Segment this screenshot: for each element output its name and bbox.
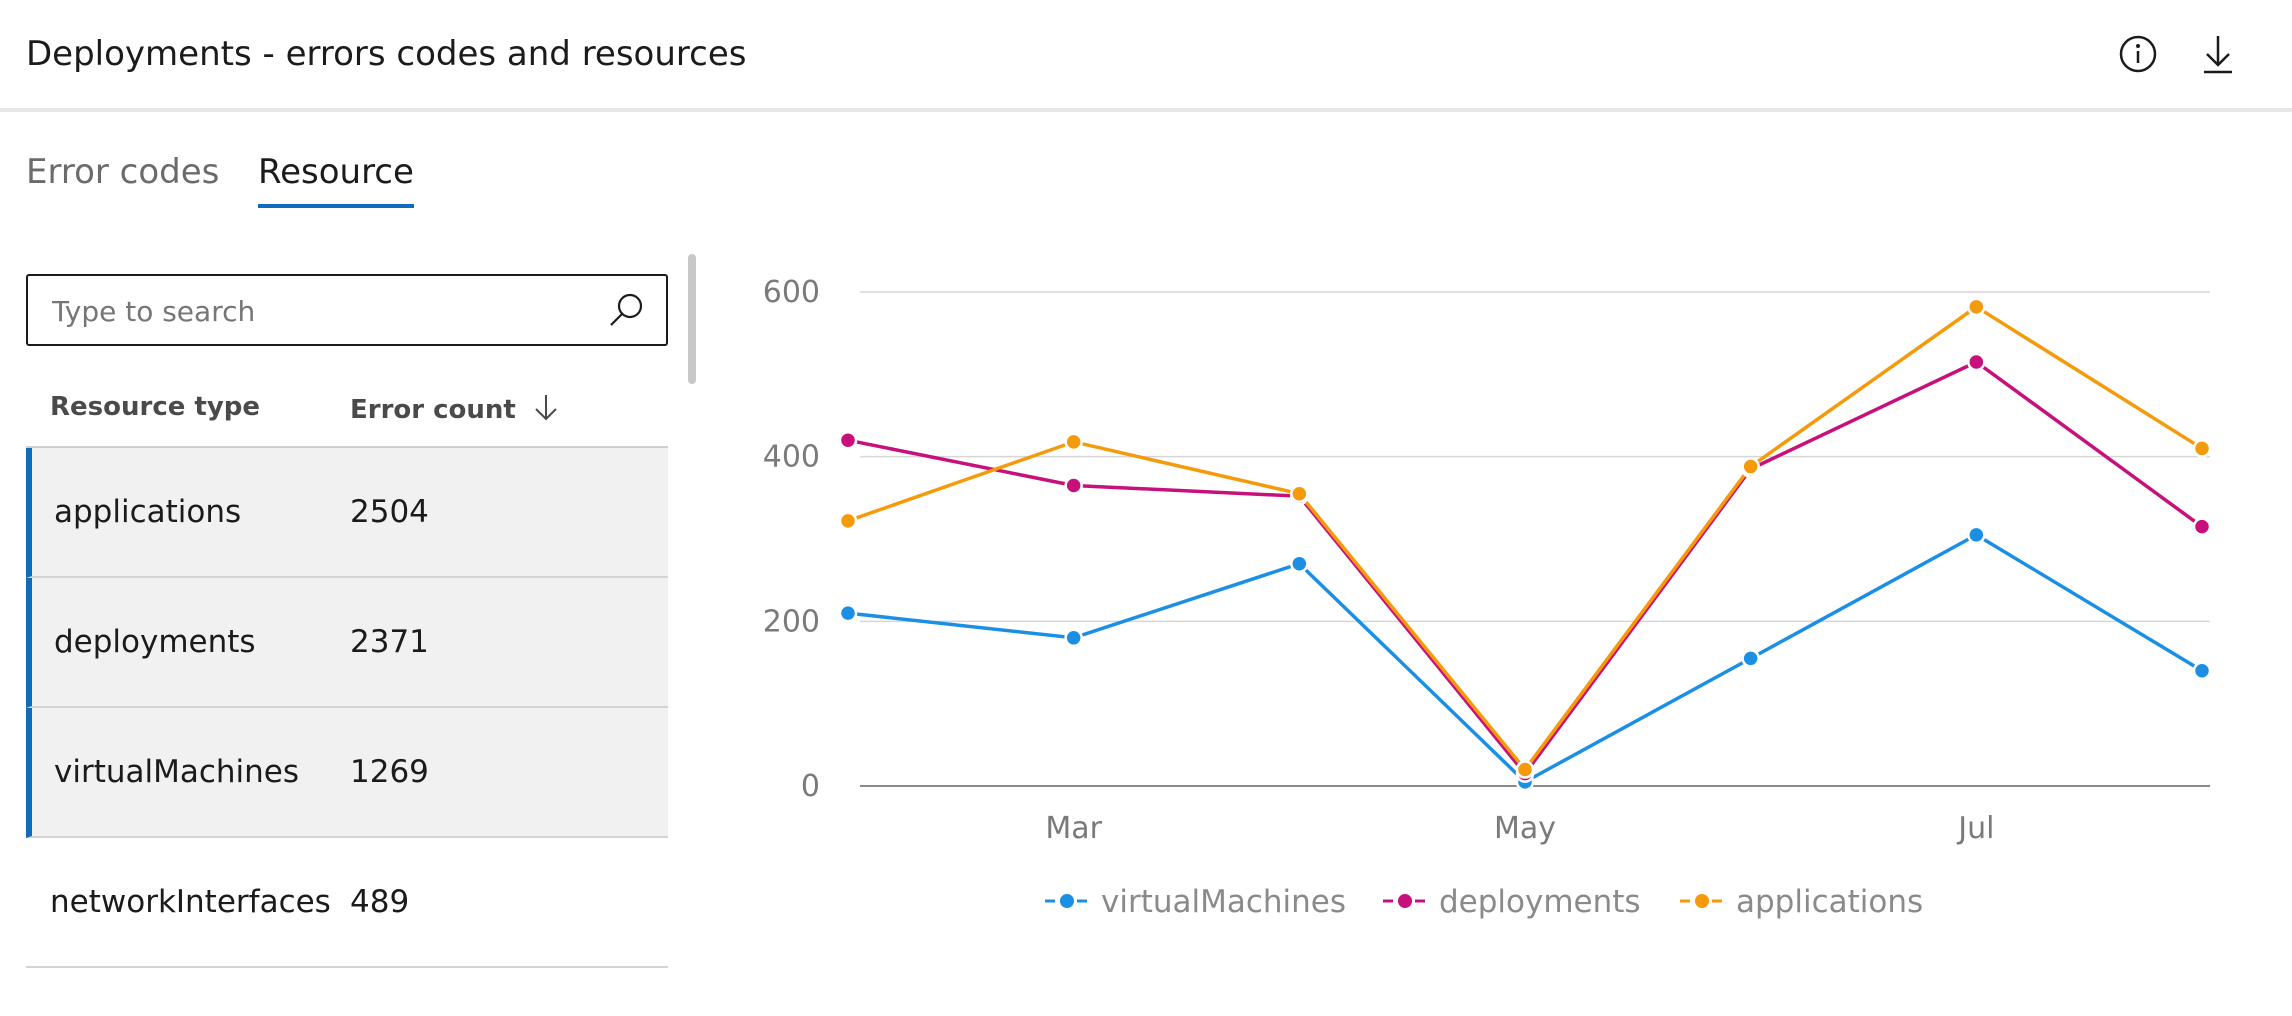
x-tick-label: May [1494, 811, 1556, 846]
data-point-virtualMachines [1741, 649, 1760, 668]
data-point-virtualMachines [2192, 661, 2212, 680]
y-tick-label: 400 [763, 440, 820, 475]
error-count-cell: 2504 [350, 494, 429, 530]
search-icon[interactable] [606, 290, 646, 330]
page-title: Deployments - errors codes and resources [26, 34, 747, 74]
resource-type-cell: networkInterfaces [50, 884, 331, 920]
data-point-applications [1515, 760, 1535, 779]
data-point-virtualMachines [1290, 554, 1309, 573]
data-point-applications [838, 511, 858, 531]
x-tick-label: Jul [1956, 811, 1994, 846]
resource-type-cell: virtualMachines [54, 754, 300, 790]
y-tick-label: 600 [763, 275, 820, 310]
data-point-applications [1290, 484, 1309, 503]
series-line-deployments [847, 360, 2204, 776]
download-icon[interactable] [2192, 28, 2244, 80]
column-header-error-count[interactable]: Error count [350, 392, 561, 425]
header-bar: Deployments - errors codes and resources [0, 0, 2292, 112]
series-line-virtualMachines [847, 533, 2203, 784]
data-point-applications [1064, 432, 1083, 452]
data-point-virtualMachines [1064, 628, 1083, 648]
table-row[interactable]: virtualMachines 1269 [26, 708, 668, 838]
data-point-deployments [2192, 517, 2212, 536]
error-count-cell: 1269 [350, 754, 429, 790]
search-input[interactable] [50, 276, 594, 346]
line-chart: 0 200 400 600 Mar May Jul virtualMachines deploy… [720, 250, 2260, 930]
y-tick-label: 200 [763, 604, 820, 639]
data-point-applications [2192, 439, 2212, 458]
data-point-applications [1741, 457, 1760, 476]
data-point-virtualMachines [838, 603, 858, 623]
table-row[interactable]: applications 2504 [26, 448, 668, 578]
data-point-virtualMachines [1967, 525, 1986, 545]
list-scrollbar[interactable] [688, 254, 696, 384]
column-header-resource-type[interactable]: Resource type [50, 392, 260, 422]
resource-type-cell: deployments [54, 624, 256, 660]
x-tick-label: Mar [1045, 811, 1102, 846]
data-point-applications [1967, 297, 1986, 317]
arrow-down-icon [535, 395, 557, 421]
data-point-deployments [1064, 476, 1083, 495]
table-row[interactable]: networkInterfaces 489 [26, 838, 668, 968]
table-row[interactable]: deployments 2371 [26, 578, 668, 708]
column-header-error-count-label: Error count [350, 395, 516, 425]
resource-type-cell: applications [54, 494, 242, 530]
search-box [26, 274, 668, 346]
legend-label: virtualMachines [1101, 884, 1346, 920]
legend-label: applications [1736, 884, 1923, 920]
info-icon[interactable] [2112, 28, 2164, 80]
y-tick-label: 0 [801, 769, 820, 804]
legend-label: deployments [1439, 884, 1641, 920]
error-count-cell: 2371 [350, 624, 429, 660]
data-point-deployments [838, 430, 858, 450]
data-point-deployments [1967, 352, 1986, 372]
chart-svg: 0 200 400 600 Mar May Jul virtualMachines deploy… [763, 275, 2212, 920]
tab-resource[interactable]: Resource [258, 152, 414, 208]
legend-swatch-dot [1693, 892, 1711, 910]
series-line-applications [847, 305, 2203, 772]
tab-error-codes[interactable]: Error codes [26, 152, 219, 204]
legend-swatch-dot [1396, 892, 1414, 910]
error-count-cell: 489 [350, 884, 410, 920]
legend-swatch-dot [1058, 892, 1076, 910]
